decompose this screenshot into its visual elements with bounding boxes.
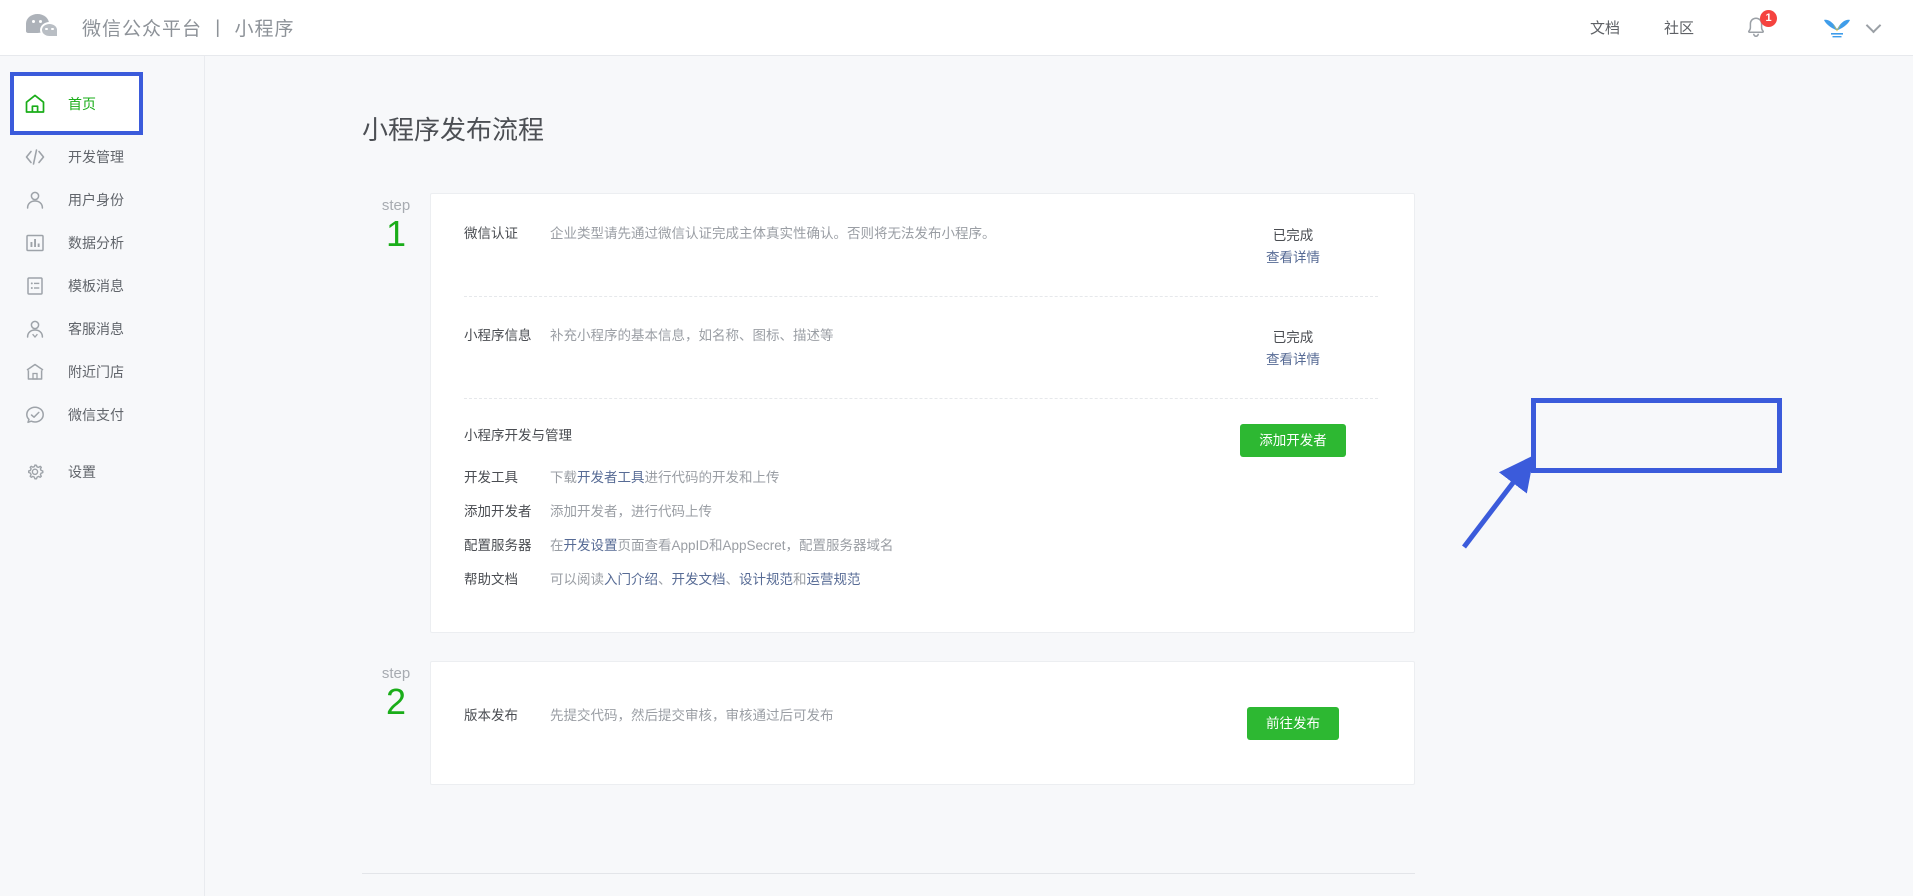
task-label: 版本发布 (464, 708, 518, 723)
sidebar-item-label: 数据分析 (68, 234, 124, 251)
step-1-card: 微信认证 企业类型请先通过微信认证完成主体真实性确认。否则将无法发布小程序。 已… (430, 193, 1415, 633)
sidebar-item-label: 附近门店 (68, 363, 124, 380)
sidebar-item-label: 客服消息 (68, 320, 124, 337)
chevron-down-icon[interactable] (1865, 17, 1882, 33)
sidebar-item-settings[interactable]: 设置 (0, 450, 204, 493)
step-block-2: step 2 版本发布 先提交代码，然后提交审核，审核通过后可发布 前往发布 (362, 661, 1913, 785)
task-row-wechat-certification: 微信认证 企业类型请先通过微信认证完成主体真实性确认。否则将无法发布小程序。 已… (431, 194, 1414, 296)
add-developer-button-holder: 添加开发者 (1208, 424, 1378, 457)
sidebar-item-label: 首页 (68, 95, 96, 112)
user-icon (24, 189, 46, 211)
release-button-holder: 前往发布 (1208, 706, 1378, 740)
dev-line-key: 添加开发者 (464, 504, 532, 519)
avatar-bird-glyph (1824, 19, 1850, 37)
inline-link[interactable]: 开发设置 (564, 538, 618, 553)
inline-link[interactable]: 开发文档 (672, 572, 726, 587)
dev-line-key: 配置服务器 (464, 538, 532, 553)
step-block-1: step 1 微信认证 企业类型请先通过微信认证完成主体真实性确认。否则将无法发… (362, 193, 1913, 633)
view-details-link[interactable]: 查看详情 (1208, 348, 1378, 368)
inline-link[interactable]: 运营规范 (807, 572, 861, 587)
wechat-pay-icon (24, 404, 46, 426)
dev-line-help-docs: 帮助文档 可以阅读入门介绍、开发文档、设计规范和运营规范 (464, 568, 1378, 588)
task-label: 小程序信息 (464, 328, 532, 343)
view-details-link[interactable]: 查看详情 (1208, 246, 1378, 266)
sidebar-item-user-identity[interactable]: 用户身份 (0, 178, 204, 221)
notification-badge: 1 (1760, 9, 1777, 27)
dev-line-key: 开发工具 (464, 470, 518, 485)
task-row-miniprogram-info: 小程序信息 补充小程序的基本信息，如名称、图标、描述等 已完成 查看详情 (431, 296, 1414, 398)
step-word: step (381, 665, 411, 682)
dev-line-configure-server: 配置服务器 在开发设置页面查看AppID和AppSecret，配置服务器域名 (464, 534, 1378, 554)
page-title: 小程序发布流程 (362, 115, 545, 145)
dev-line-add-developer: 添加开发者 添加开发者，进行代码上传 (464, 500, 1378, 520)
step-indicator-2: step 2 (362, 661, 430, 785)
home-icon (24, 93, 46, 115)
app-header: 微信公众平台 丨 小程序 文档 社区 1 (0, 0, 1913, 56)
template-message-icon (24, 275, 46, 297)
code-icon (24, 146, 46, 168)
inline-link[interactable]: 设计规范 (739, 572, 793, 587)
task-status-group: 已完成 查看详情 (1208, 326, 1378, 368)
store-icon (24, 361, 46, 383)
task-row-development-management: 小程序开发与管理 开发工具 下载开发者工具进行代码的开发和上传 添加开发者 添加… (431, 398, 1414, 632)
sidebar-item-nearby-store[interactable]: 附近门店 (0, 350, 204, 393)
sidebar-item-home[interactable]: 首页 (10, 72, 143, 135)
task-description: 补充小程序的基本信息，如名称、图标、描述等 (550, 328, 834, 343)
main-content: 小程序发布流程 step 1 微信认证 企业类型请先通过微信认证完成主体真实性确… (205, 56, 1913, 896)
dev-line-value: 可以阅读入门介绍、开发文档、设计规范和运营规范 (550, 572, 861, 587)
step-number: 1 (385, 213, 407, 254)
sidebar-item-wechat-pay[interactable]: 微信支付 (0, 393, 204, 436)
task-label: 微信认证 (464, 226, 518, 241)
task-status-group: 已完成 查看详情 (1208, 224, 1378, 266)
dev-line-key: 帮助文档 (464, 572, 518, 587)
status-badge: 已完成 (1272, 228, 1314, 243)
dev-line-value: 在开发设置页面查看AppID和AppSecret，配置服务器域名 (550, 538, 894, 553)
wechat-logo-icon (26, 12, 64, 44)
sidebar-nav: 首页 开发管理 用户身份 数据分析 模板消息 客服消息 附近门店 微信支付 设置 (0, 56, 205, 896)
sidebar-item-development[interactable]: 开发管理 (0, 135, 204, 178)
step-number: 2 (385, 681, 407, 722)
chart-bar-icon (24, 232, 46, 254)
sidebar-item-label: 模板消息 (68, 277, 124, 294)
go-to-release-button[interactable]: 前往发布 (1247, 707, 1339, 740)
step-2-card: 版本发布 先提交代码，然后提交审核，审核通过后可发布 前往发布 (430, 661, 1415, 785)
inline-link[interactable]: 开发者工具 (577, 470, 645, 485)
sidebar-item-customer-service[interactable]: 客服消息 (0, 307, 204, 350)
gear-icon (24, 461, 46, 483)
sidebar-item-label: 设置 (68, 463, 96, 480)
header-link-docs[interactable]: 文档 (1568, 17, 1642, 38)
header-actions: 文档 社区 1 (1568, 9, 1882, 41)
step-word: step (381, 197, 411, 214)
sidebar-item-label: 开发管理 (68, 148, 124, 165)
inline-link[interactable]: 入门介绍 (604, 572, 658, 587)
task-description: 先提交代码，然后提交审核，审核通过后可发布 (550, 708, 834, 723)
notification-bell-button[interactable]: 1 (1744, 9, 1777, 41)
task-row-version-release: 版本发布 先提交代码，然后提交审核，审核通过后可发布 前往发布 (431, 662, 1414, 784)
status-badge: 已完成 (1272, 330, 1314, 345)
dev-line-value: 添加开发者，进行代码上传 (550, 504, 712, 519)
step-indicator-1: step 1 (362, 193, 430, 633)
sidebar-item-label: 微信支付 (68, 406, 124, 423)
header-link-community[interactable]: 社区 (1642, 17, 1716, 38)
sidebar-item-label: 用户身份 (68, 191, 124, 208)
body-wrapper: 首页 开发管理 用户身份 数据分析 模板消息 客服消息 附近门店 微信支付 设置… (0, 56, 1913, 896)
customer-service-icon (24, 318, 46, 340)
brand: 微信公众平台 丨 小程序 (26, 12, 295, 44)
footer-divider (362, 873, 1415, 874)
brand-title: 微信公众平台 丨 小程序 (82, 19, 295, 40)
sidebar-item-template-message[interactable]: 模板消息 (0, 264, 204, 307)
dev-line-value: 下载开发者工具进行代码的开发和上传 (550, 470, 780, 485)
dev-line-tools: 开发工具 下载开发者工具进行代码的开发和上传 (464, 466, 1378, 486)
task-description: 企业类型请先通过微信认证完成主体真实性确认。否则将无法发布小程序。 (550, 226, 996, 241)
sidebar-item-data-analysis[interactable]: 数据分析 (0, 221, 204, 264)
add-developer-button[interactable]: 添加开发者 (1240, 424, 1346, 457)
account-avatar-icon[interactable] (1822, 17, 1852, 39)
